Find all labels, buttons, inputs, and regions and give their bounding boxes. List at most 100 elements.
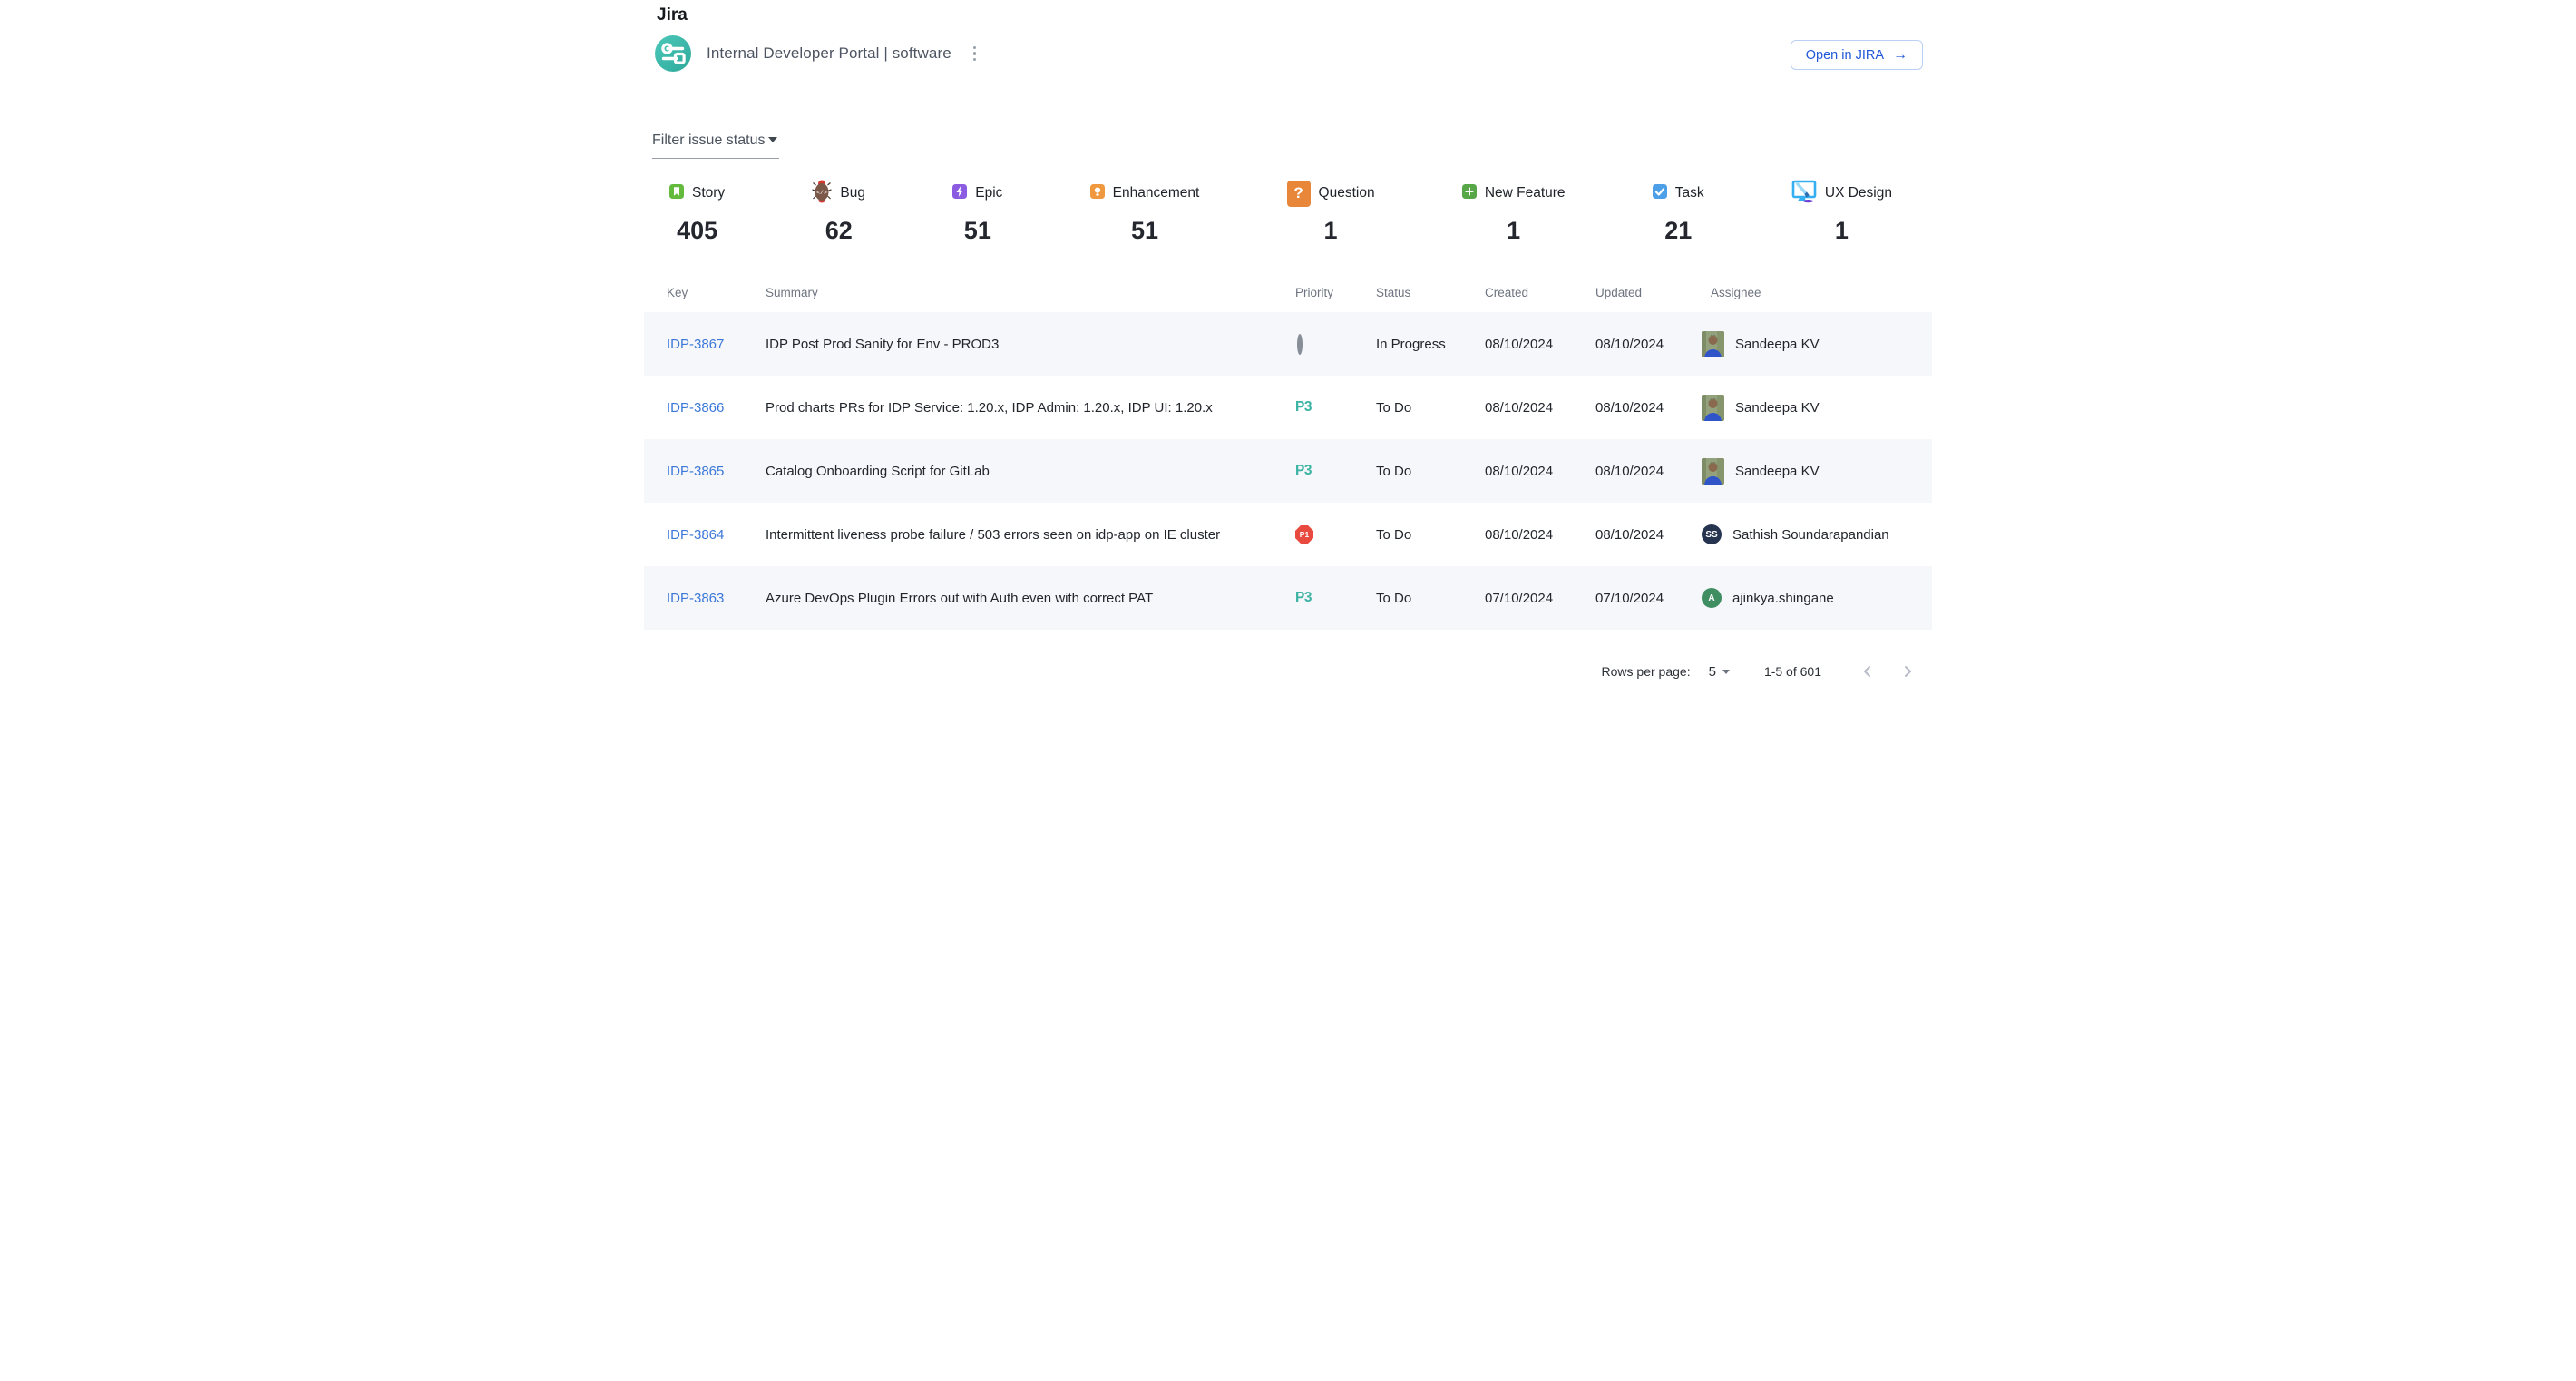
- stat-count: 51: [952, 217, 1002, 245]
- issue-created: 08/10/2024: [1485, 527, 1595, 543]
- new-feature-icon: [1462, 184, 1477, 203]
- stat-enhancement: Enhancement 51: [1090, 178, 1200, 245]
- arrow-right-icon: →: [1893, 48, 1908, 63]
- caret-down-icon: [1722, 670, 1730, 674]
- stat-epic: Epic 51: [952, 178, 1002, 245]
- stat-label: Task: [1675, 185, 1704, 201]
- issue-summary: Prod charts PRs for IDP Service: 1.20.x,…: [766, 400, 1295, 416]
- stat-label: Epic: [975, 185, 1002, 201]
- filter-issue-status-select[interactable]: Filter issue status: [652, 132, 779, 159]
- stat-count: 1: [1462, 217, 1566, 245]
- entity-logo-icon: [655, 35, 691, 72]
- table-pagination: Rows per page: 5 1-5 of 601: [1602, 655, 1916, 688]
- open-in-jira-button[interactable]: Open in JIRA →: [1791, 40, 1923, 70]
- assignee-name: Sathish Soundarapandian: [1732, 527, 1889, 543]
- assignee-name: Sandeepa KV: [1735, 464, 1820, 479]
- issue-updated: 08/10/2024: [1595, 464, 1702, 479]
- stat-label: UX Design: [1825, 185, 1892, 201]
- table-body: IDP-3867IDP Post Prod Sanity for Env - P…: [644, 312, 1932, 630]
- rows-per-page-select[interactable]: 5: [1709, 664, 1730, 680]
- table-row: IDP-3865 Catalog Onboarding Script for Gi…: [644, 439, 1932, 503]
- stat-new-feature: New Feature1: [1462, 178, 1566, 245]
- issue-key-link[interactable]: IDP-3866: [667, 400, 724, 416]
- entity-header: Internal Developer Portal | software: [655, 34, 983, 73]
- priority-p3-badge: P3: [1295, 590, 1312, 605]
- issue-summary: Catalog Onboarding Script for GitLab: [766, 464, 1295, 479]
- caret-down-icon: [768, 137, 777, 142]
- issue-key-link[interactable]: IDP-3865: [667, 464, 724, 479]
- priority-p1-badge: P1: [1295, 525, 1313, 544]
- priority-p3-badge: P3: [1295, 463, 1312, 478]
- next-page-button[interactable]: [1899, 663, 1916, 680]
- issue-key-link[interactable]: IDP-3867: [667, 337, 724, 352]
- task-icon: [1653, 184, 1667, 203]
- stat-count: 405: [669, 217, 725, 245]
- stat-count: 51: [1090, 217, 1200, 245]
- rows-per-page-label: Rows per page:: [1602, 664, 1691, 679]
- stat-count: 1: [1287, 217, 1375, 245]
- column-header-priority: Priority: [1295, 286, 1376, 299]
- stat-label: Story: [692, 185, 725, 201]
- epic-icon: [952, 184, 967, 203]
- table-row: IDP-3864 Intermittent liveness probe fail…: [644, 503, 1932, 566]
- assignee-initials-avatar: A: [1702, 588, 1722, 608]
- stat-question: ? Question 1: [1287, 178, 1375, 245]
- issue-type-stats: Story 405 </> Bug 62 Epic 51 Enhancement 51? Ques…: [669, 178, 1892, 245]
- stat-count: 62: [812, 217, 865, 245]
- issue-status: To Do: [1376, 591, 1485, 606]
- column-header-assignee: Assignee: [1702, 286, 1932, 299]
- rows-per-page-value: 5: [1709, 664, 1716, 680]
- assignee-name: Sandeepa KV: [1735, 400, 1820, 416]
- pagination-range: 1-5 of 601: [1764, 664, 1821, 679]
- entity-title: Internal Developer Portal | software: [707, 44, 951, 63]
- page-title: Jira: [657, 5, 688, 25]
- chevron-right-icon: [1899, 663, 1916, 680]
- filter-issue-status-label: Filter issue status: [652, 132, 765, 148]
- stat-bug: </> Bug 62: [812, 178, 865, 245]
- question-icon: ?: [1287, 181, 1311, 207]
- stat-count: 21: [1653, 217, 1704, 245]
- chevron-left-icon: [1859, 663, 1876, 680]
- table-row: IDP-3866 Prod charts PRs for IDP Service:…: [644, 376, 1932, 439]
- column-header-key: Key: [667, 286, 766, 299]
- jira-plugin-card: Jira Internal Developer Portal | softwar…: [644, 0, 1932, 690]
- ux-design-icon: [1791, 180, 1817, 208]
- issue-summary: Intermittent liveness probe failure / 50…: [766, 527, 1295, 543]
- stat-count: 1: [1791, 217, 1892, 245]
- priority-p3-badge: P3: [1295, 399, 1312, 415]
- issue-updated: 08/10/2024: [1595, 400, 1702, 416]
- issue-key-link[interactable]: IDP-3863: [667, 591, 724, 606]
- stat-story: Story 405: [669, 178, 725, 245]
- column-header-status: Status: [1376, 286, 1485, 299]
- assignee-photo-avatar: [1702, 395, 1724, 421]
- assignee-initials-avatar: SS: [1702, 524, 1722, 544]
- issue-status: In Progress: [1376, 337, 1485, 352]
- kebab-menu-icon[interactable]: [966, 41, 984, 67]
- assignee-name: ajinkya.shingane: [1732, 591, 1834, 606]
- issue-summary: Azure DevOps Plugin Errors out with Auth…: [766, 591, 1295, 606]
- stat-label: Question: [1319, 185, 1375, 201]
- story-icon: [669, 184, 684, 203]
- priority-none-icon: [1297, 334, 1303, 355]
- issue-updated: 08/10/2024: [1595, 527, 1702, 543]
- enhancement-icon: [1090, 184, 1105, 203]
- issue-status: To Do: [1376, 527, 1485, 543]
- table-row: IDP-3863 Azure DevOps Plugin Errors out w…: [644, 566, 1932, 630]
- issue-created: 08/10/2024: [1485, 464, 1595, 479]
- issue-created: 08/10/2024: [1485, 337, 1595, 352]
- issue-created: 07/10/2024: [1485, 591, 1595, 606]
- previous-page-button[interactable]: [1859, 663, 1876, 680]
- assignee-photo-avatar: [1702, 458, 1724, 485]
- issue-status: To Do: [1376, 400, 1485, 416]
- column-header-updated: Updated: [1595, 286, 1702, 299]
- issue-key-link[interactable]: IDP-3864: [667, 527, 724, 543]
- stat-label: Bug: [840, 185, 865, 201]
- stat-ux-design: UX Design 1: [1791, 178, 1892, 245]
- issue-updated: 07/10/2024: [1595, 591, 1702, 606]
- bug-icon: </>: [812, 179, 832, 208]
- issues-table: KeySummaryPriorityStatusCreatedUpdatedAs…: [644, 272, 1932, 630]
- stat-task: Task 21: [1653, 178, 1704, 245]
- issue-created: 08/10/2024: [1485, 400, 1595, 416]
- stat-label: Enhancement: [1113, 185, 1200, 201]
- column-header-created: Created: [1485, 286, 1595, 299]
